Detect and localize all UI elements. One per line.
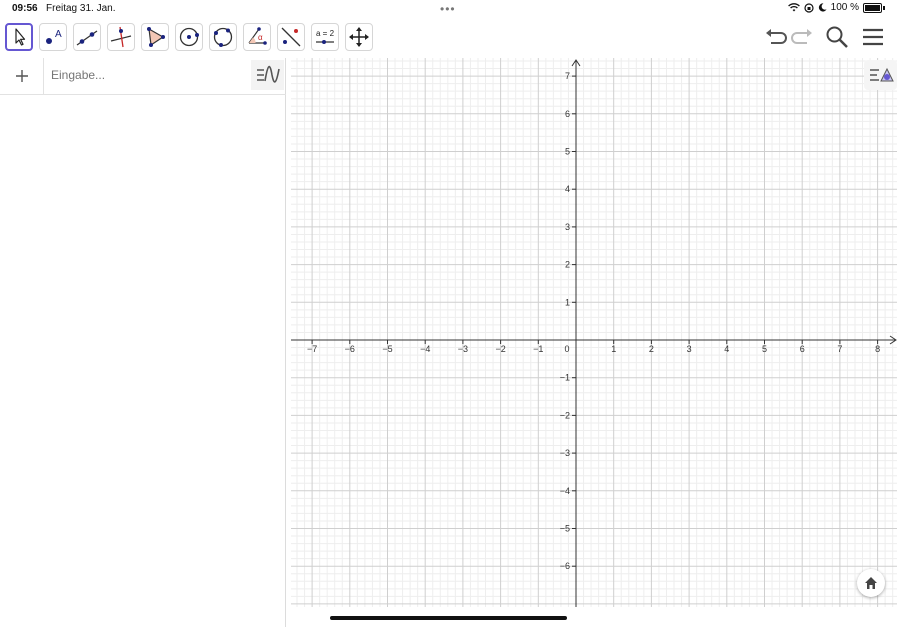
x-tick-label: 5 [762, 344, 767, 354]
line-tool-button[interactable] [73, 23, 101, 51]
graphics-style-icon [869, 67, 894, 82]
x-tick-label: 1 [611, 344, 616, 354]
svg-text:α: α [258, 33, 263, 42]
undo-icon [766, 29, 787, 44]
y-tick-label: 3 [565, 222, 570, 232]
search-icon [826, 26, 848, 48]
circle-three-points-tool-button[interactable] [209, 23, 237, 51]
reflect-tool-button[interactable] [277, 23, 305, 51]
x-tick-label: −2 [495, 344, 505, 354]
perpendicular-line-tool-button[interactable] [107, 23, 135, 51]
x-tick-label: 6 [800, 344, 805, 354]
angle-tool-button[interactable]: α [243, 23, 271, 51]
status-date: Freitag 31. Jan. [46, 3, 116, 14]
perpendicular-line-icon [110, 26, 132, 48]
x-tick-label: −1 [533, 344, 543, 354]
moon-icon [818, 3, 827, 12]
x-tick-label: 4 [724, 344, 729, 354]
arrow-pointer-icon [15, 28, 26, 46]
menu-button[interactable] [860, 24, 886, 55]
hamburger-menu-icon [863, 28, 883, 46]
battery-icon [863, 2, 882, 13]
algebra-style-button[interactable] [251, 60, 284, 90]
circle-three-points-icon [213, 27, 233, 47]
point-tool-button[interactable]: A [39, 23, 67, 51]
plus-icon [15, 70, 28, 82]
undo-button[interactable] [762, 24, 788, 55]
algebra-input-field[interactable] [51, 68, 231, 82]
y-tick-label: −1 [560, 373, 570, 383]
add-item-button[interactable] [0, 58, 44, 94]
orientation-lock-icon [804, 2, 814, 13]
x-tick-label: −4 [420, 344, 430, 354]
status-time: 09:56 [12, 3, 38, 14]
y-tick-label: 6 [565, 109, 570, 119]
home-indicator[interactable] [330, 616, 567, 620]
angle-icon: α [248, 27, 267, 45]
y-tick-label: −6 [560, 561, 570, 571]
battery-percentage: 100 % [830, 2, 859, 13]
move-graphics-view-tool-button[interactable] [345, 23, 373, 51]
slider-tool-button[interactable]: a = 2 [311, 23, 339, 51]
algebra-style-icon [256, 65, 280, 83]
reflect-about-line-icon [281, 27, 301, 47]
x-tick-label: 3 [687, 344, 692, 354]
polygon-icon [147, 27, 165, 47]
search-button[interactable] [824, 24, 850, 55]
y-tick-label: 1 [565, 297, 570, 307]
status-bar: 09:56 Freitag 31. Jan. ••• 100 % [0, 0, 897, 18]
y-tick-label: −5 [560, 524, 570, 534]
coordinate-grid[interactable]: −7 −6 −5 −4 −3 −2 −1 0 1 2 3 4 5 6 7 8 1 2 3 4 5 6 7 −1 −2 −3 −4 −5… [291, 58, 897, 607]
redo-icon [791, 29, 812, 44]
x-tick-label: 8 [875, 344, 880, 354]
x-tick-label: −3 [458, 344, 468, 354]
standard-view-button[interactable] [857, 569, 885, 597]
x-tick-label: 2 [649, 344, 654, 354]
polygon-tool-button[interactable] [141, 23, 169, 51]
y-tick-label: 4 [565, 184, 570, 194]
graphics-view[interactable]: −7 −6 −5 −4 −3 −2 −1 0 1 2 3 4 5 6 7 8 1 2 3 4 5 6 7 −1 −2 −3 −4 −5… [291, 58, 897, 607]
wifi-icon [787, 3, 800, 12]
algebra-view [0, 58, 286, 627]
home-icon [865, 577, 877, 589]
svg-text:a = 2: a = 2 [316, 29, 335, 38]
y-tick-label: −4 [560, 486, 570, 496]
redo-button[interactable] [790, 24, 816, 55]
toolbar: A α a = 2 [0, 18, 897, 58]
y-tick-label: 7 [565, 71, 570, 81]
algebra-input-row [0, 58, 286, 95]
y-tick-label: −3 [560, 448, 570, 458]
status-indicators: 100 % [787, 2, 885, 13]
line-through-points-icon [76, 30, 98, 46]
svg-text:A: A [55, 29, 62, 40]
x-tick-label: 0 [564, 344, 569, 354]
multitasking-dots-icon[interactable]: ••• [440, 2, 456, 16]
x-tick-label: −6 [345, 344, 355, 354]
x-tick-label: −5 [382, 344, 392, 354]
slider-icon: a = 2 [316, 29, 335, 44]
x-tick-label: −7 [307, 344, 317, 354]
circle-center-icon [179, 27, 199, 47]
y-tick-label: 5 [565, 147, 570, 157]
move-tool-button[interactable] [5, 23, 33, 51]
y-tick-label: −2 [560, 410, 570, 420]
graphics-style-button[interactable] [864, 60, 897, 90]
point-icon: A [46, 29, 62, 44]
circle-center-point-tool-button[interactable] [175, 23, 203, 51]
y-tick-label: 2 [565, 260, 570, 270]
x-tick-label: 7 [837, 344, 842, 354]
move-view-icon [349, 27, 369, 47]
